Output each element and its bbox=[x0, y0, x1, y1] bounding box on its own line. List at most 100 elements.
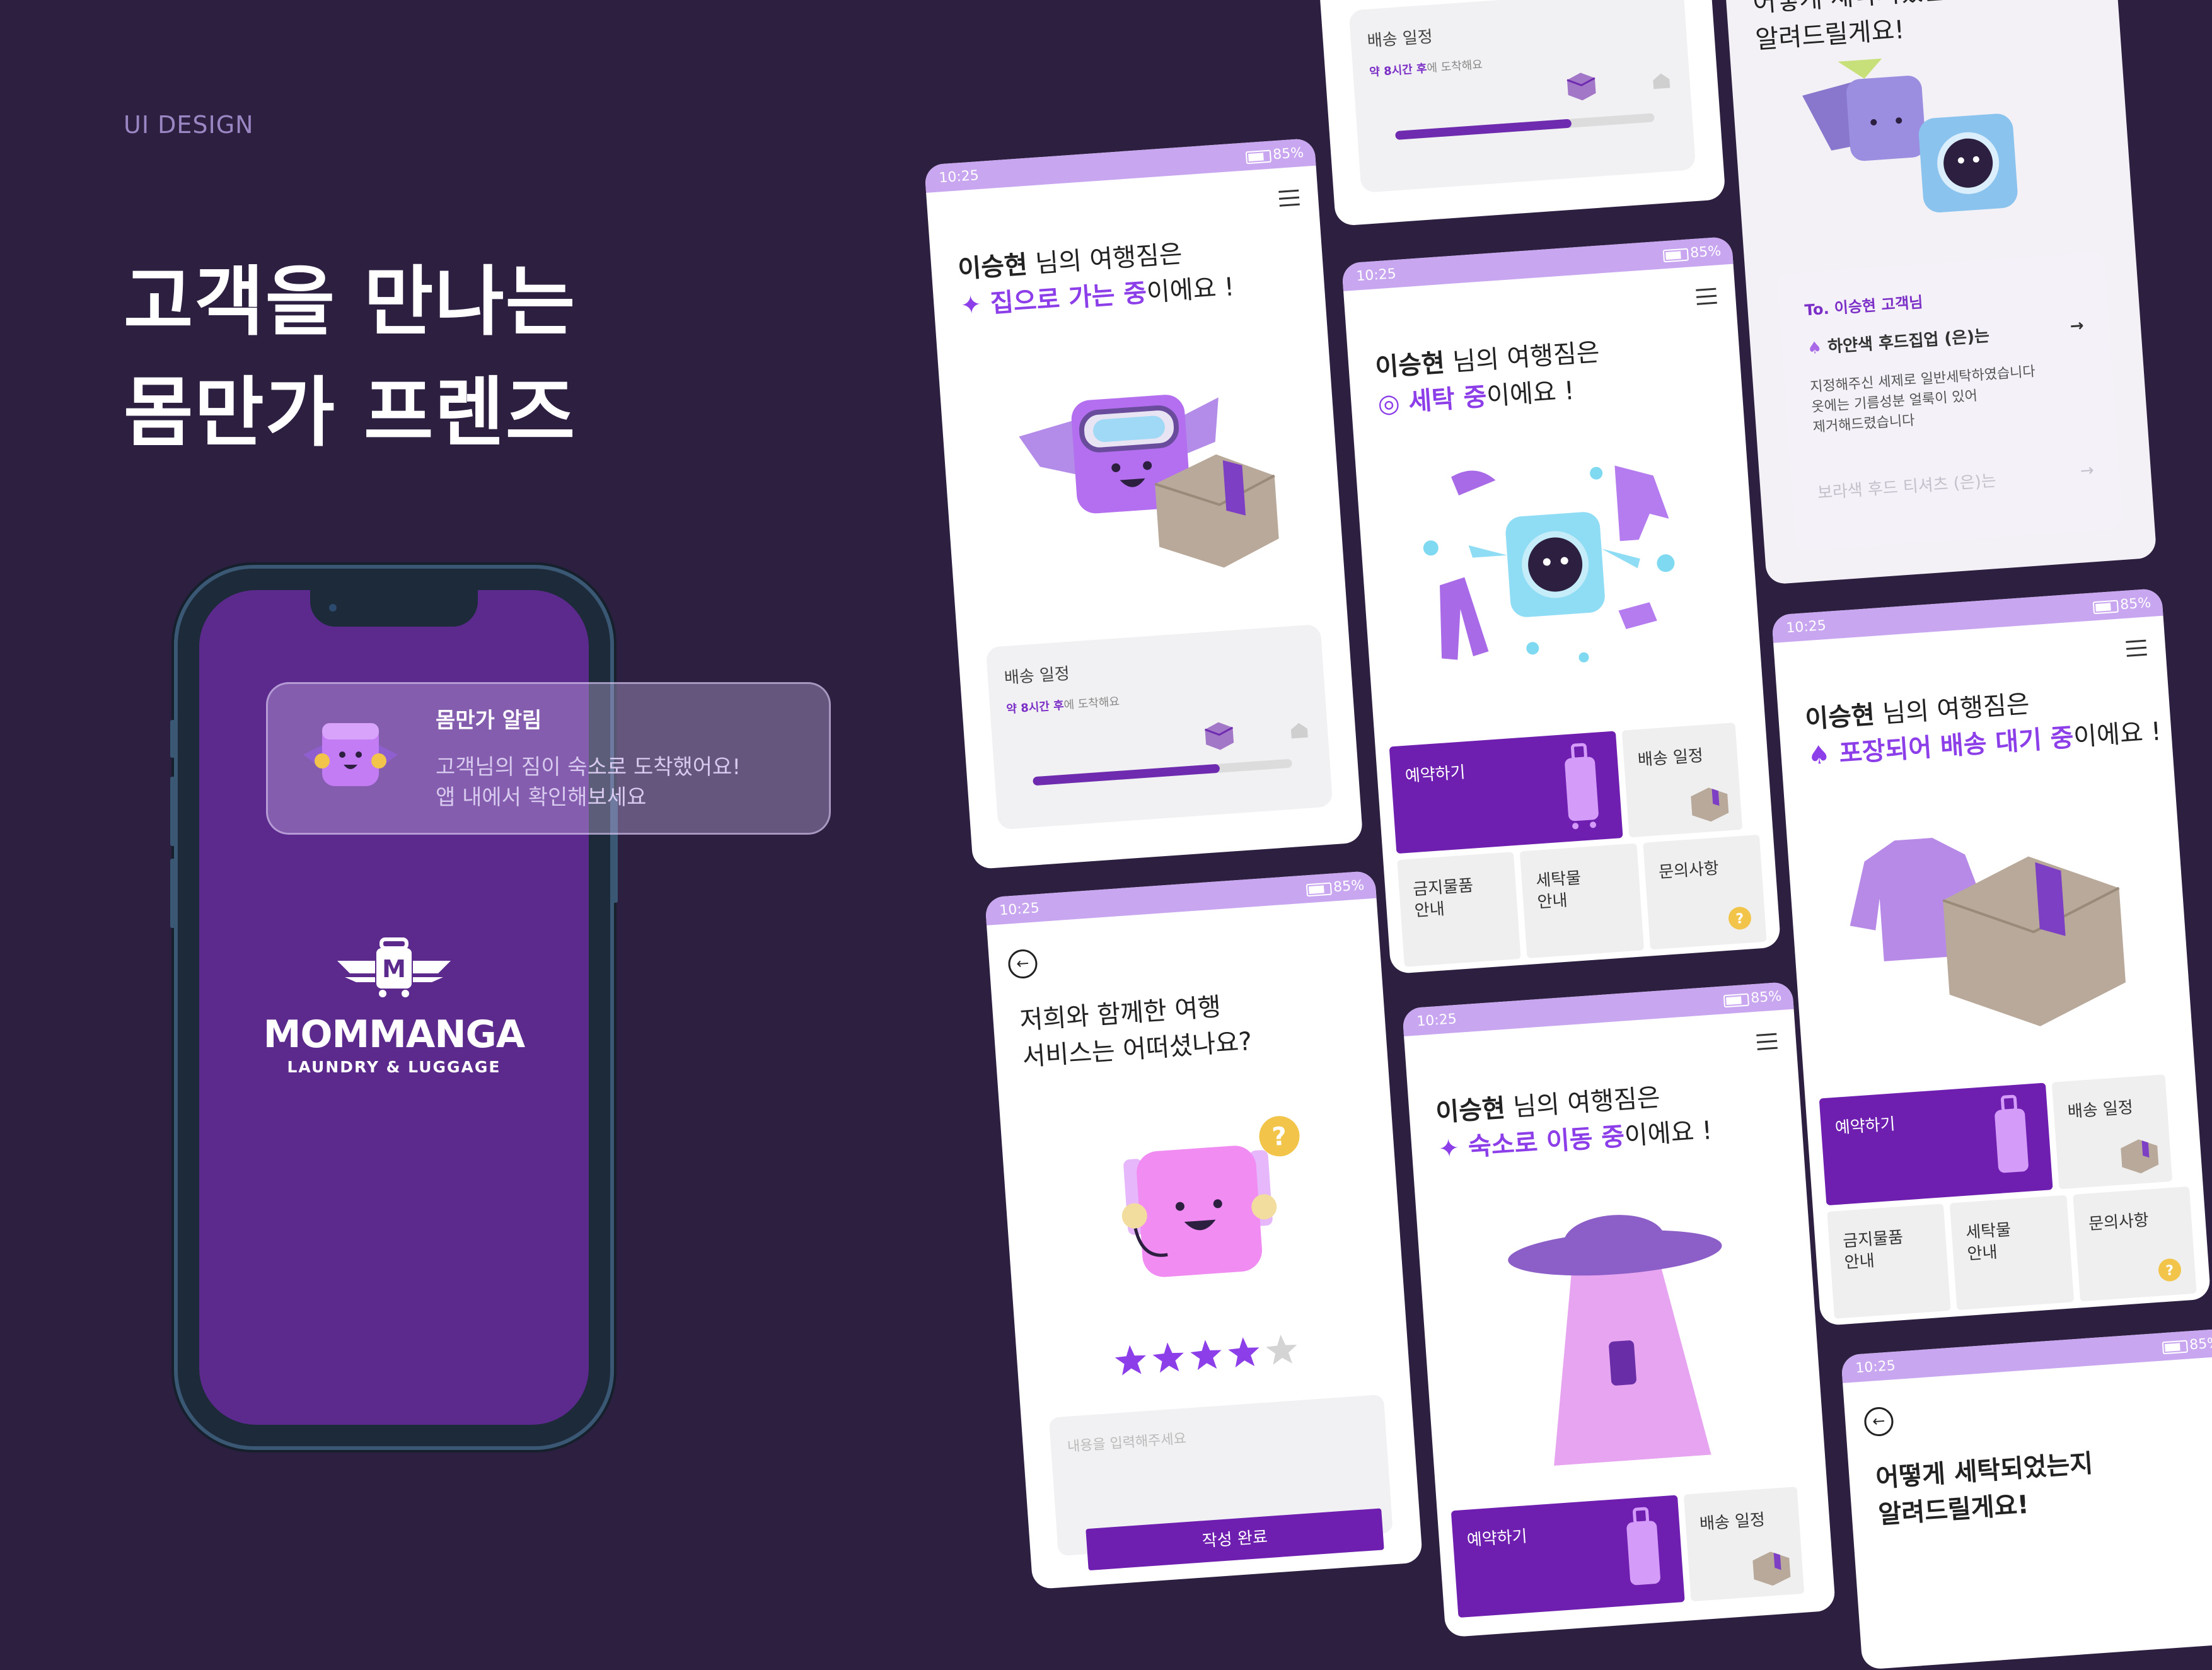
section-label: UI DESIGN bbox=[124, 111, 254, 139]
tile-schedule[interactable]: 배송 일정 bbox=[2051, 1074, 2173, 1190]
package-icon bbox=[1566, 72, 1596, 101]
logo-letter: M bbox=[382, 955, 406, 983]
ufo-abducting-suitcase-illustration bbox=[1508, 1215, 1722, 1466]
star-icon[interactable] bbox=[1265, 1333, 1299, 1365]
status-bar: 10:25 85% bbox=[1841, 1328, 2212, 1383]
menu-tiles-row-2: 금지물품 안내 세탁물 안내 문의사항 ? bbox=[1397, 834, 1767, 967]
tile-reserve[interactable]: 예약하기 bbox=[1451, 1495, 1685, 1618]
tile-inquiry[interactable]: 문의사항 ? bbox=[2072, 1186, 2197, 1302]
winged-luggage-icon: M bbox=[337, 937, 451, 997]
battery-icon bbox=[1662, 248, 1689, 263]
tile-reserve[interactable]: 예약하기 bbox=[1389, 731, 1623, 854]
spiral-icon: ◎ bbox=[1377, 388, 1410, 419]
battery-icon bbox=[1306, 882, 1333, 897]
battery-percent: 85% bbox=[2189, 1335, 2212, 1354]
tile-laundry-guide-label: 세탁물 안내 bbox=[1965, 1220, 2012, 1264]
hamburger-menu-icon[interactable] bbox=[1278, 189, 1300, 212]
menu-tiles-row-2: 금지물품 안내 세탁물 안내 문의사항 ? bbox=[1827, 1186, 2197, 1319]
battery-icon bbox=[1723, 993, 1750, 1008]
schedule-eta: 약 8시간 후에 도착해요 bbox=[1006, 692, 1120, 716]
package-icon bbox=[1205, 722, 1234, 750]
logo-subtitle: LAUNDRY & LUGGAGE bbox=[287, 1058, 501, 1076]
how-washed-heading: 어떻게 세탁되었는지 알려드릴게요! bbox=[1875, 1446, 2097, 1534]
tile-inquiry[interactable]: 문의사항 ? bbox=[1642, 834, 1767, 950]
back-arrow-icon[interactable]: ← bbox=[1007, 948, 1039, 980]
tile-reserve-label: 예약하기 bbox=[1466, 1527, 1528, 1550]
sparkle-icon: ✦ bbox=[1437, 1133, 1469, 1164]
status-bar: 10:25 85% bbox=[1402, 981, 1794, 1036]
tile-laundry-guide[interactable]: 세탁물 안내 bbox=[1950, 1195, 2074, 1311]
svg-text:?: ? bbox=[1271, 1122, 1287, 1152]
tile-schedule[interactable]: 배송 일정 bbox=[1683, 1487, 1805, 1602]
notification-line-1: 고객님의 짐이 숙소로 도착했어요! bbox=[436, 755, 741, 780]
mascot-friends-illustration bbox=[1802, 58, 2018, 212]
tile-schedule-label: 배송 일정 bbox=[1637, 746, 1704, 770]
battery-icon bbox=[2092, 600, 2119, 615]
sparkle-icon: ✦ bbox=[959, 289, 992, 321]
phone-volume-down-button bbox=[170, 859, 175, 928]
menu-tiles: 예약하기 배송 일정 bbox=[1375, 721, 1773, 855]
svg-text:?: ? bbox=[2165, 1263, 2174, 1279]
schedule-eta-time: 약 8시간 후 bbox=[1369, 62, 1428, 79]
washing-machine-mascot-illustration bbox=[1423, 465, 1675, 663]
status-bar: 10:25 85% bbox=[985, 870, 1377, 925]
screen-packed-waiting: 10:25 85% 이승현 님의 여행짐은 ♠ 포장되어 배송 대기 중이에요 !… bbox=[1771, 588, 2211, 1326]
hoodie-icon: ♠ bbox=[1807, 337, 1829, 359]
user-name: 이승현 bbox=[1804, 700, 1876, 734]
report-item-1-desc: 지정해주신 세제로 일반세탁하였습니다 옷에는 기름성분 얼룩이 있어 제거해드… bbox=[1809, 358, 2090, 438]
rating-stars[interactable] bbox=[1111, 1330, 1314, 1381]
schedule-title: 배송 일정 bbox=[1004, 664, 1070, 688]
screen-washing: 10:25 85% 이승현 님의 여행짐은 ◎ 세탁 중이에요 ! 예약하기 배송… bbox=[1341, 236, 1781, 975]
tile-inquiry-label: 문의사항 bbox=[2088, 1210, 2150, 1234]
home-icon bbox=[1653, 73, 1671, 90]
user-name: 이승현 bbox=[1435, 1094, 1507, 1128]
battery-percent: 85% bbox=[1333, 877, 1365, 896]
back-arrow-icon[interactable]: ← bbox=[1863, 1406, 1895, 1437]
screen-review: 10:25 85% ← 저희와 함께한 여행 서비스는 어떠셨나요? ? 내용을 … bbox=[985, 870, 1423, 1590]
push-notification[interactable]: 몸만가 알림 고객님의 짐이 숙소로 도착했어요! 앱 내에서 확인해보세요 bbox=[266, 682, 831, 835]
tile-laundry-guide[interactable]: 세탁물 안내 bbox=[1520, 843, 1644, 959]
battery-icon bbox=[1245, 149, 1272, 165]
battery-percent: 85% bbox=[1689, 243, 1722, 262]
star-icon[interactable] bbox=[1190, 1339, 1223, 1371]
suitcase-icon bbox=[1995, 1094, 2029, 1173]
delivery-progress-bar bbox=[1033, 758, 1293, 786]
luggage-status-heading: 이승현 님의 여행짐은 ✦ 숙소로 이동 중이에요 ! bbox=[1435, 1076, 1713, 1168]
report-item-1[interactable]: ♠ 하얀색 후드집업 (은)는 → 지정해주신 세제로 일반세탁하였습니다 옷에… bbox=[1807, 316, 2090, 438]
luggage-status-heading: 이승현 님의 여행짐은 ✦ 집으로 가는 중이에요 ! bbox=[957, 232, 1236, 324]
tile-prohibited-label: 금지물품 안내 bbox=[1412, 876, 1474, 921]
status-bar: 10:25 85% bbox=[1341, 236, 1734, 291]
tile-laundry-guide-label: 세탁물 안내 bbox=[1535, 868, 1582, 912]
tile-prohibited[interactable]: 금지물품 안내 bbox=[1397, 852, 1521, 967]
hamburger-menu-icon[interactable] bbox=[1696, 287, 1717, 310]
hamburger-menu-icon[interactable] bbox=[1756, 1033, 1778, 1055]
laundry-report-panel: To. 이승현 고객님 ♠ 하얀색 후드집업 (은)는 → 지정해주신 세제로 … bbox=[1776, 252, 2124, 552]
home-icon bbox=[1290, 722, 1308, 739]
star-icon[interactable] bbox=[1152, 1342, 1185, 1373]
report-item-1-title: ♠ 하얀색 후드집업 (은)는 → bbox=[1807, 316, 2085, 359]
status-highlight: 숙소로 이동 중 bbox=[1467, 1122, 1626, 1163]
arrow-right-circle-icon[interactable]: → bbox=[2080, 461, 2095, 480]
review-placeholder: 내용을 입력해주세요 bbox=[1067, 1430, 1187, 1455]
arrow-right-circle-icon[interactable]: → bbox=[2070, 316, 2085, 336]
tile-schedule-label: 배송 일정 bbox=[1699, 1510, 1766, 1534]
tile-reserve[interactable]: 예약하기 bbox=[1819, 1082, 2053, 1206]
tile-reserve-label: 예약하기 bbox=[1404, 763, 1466, 786]
user-name: 이승현 bbox=[957, 250, 1029, 284]
schedule-eta-time: 약 8시간 후 bbox=[1005, 699, 1065, 716]
clothes-icon: ♠ bbox=[1807, 739, 1841, 771]
status-time: 10:25 bbox=[1785, 618, 1827, 637]
battery-percent: 85% bbox=[2119, 594, 2151, 613]
star-icon[interactable] bbox=[1114, 1344, 1147, 1376]
hamburger-menu-icon[interactable] bbox=[2126, 639, 2147, 662]
luggage-status-heading: 이승현 님의 여행짐은 ◎ 세탁 중이에요 ! bbox=[1374, 334, 1604, 423]
tile-schedule[interactable]: 배송 일정 bbox=[1621, 722, 1743, 838]
tile-prohibited[interactable]: 금지물품 안내 bbox=[1827, 1203, 1951, 1319]
schedule-title: 배송 일정 bbox=[1366, 27, 1433, 51]
schedule-panel: 배송 일정 약 8시간 후에 도착해요 bbox=[1348, 0, 1696, 194]
star-icon[interactable] bbox=[1227, 1336, 1261, 1368]
menu-tiles: 예약하기 배송 일정 bbox=[1805, 1072, 2203, 1207]
screen-how-washed: 10:25 85% ← 어떻게 세탁되었는지 알려드릴게요! bbox=[1841, 1328, 2212, 1670]
report-item-2[interactable]: 보라색 후드 티셔츠 (은)는 → bbox=[1817, 461, 2095, 504]
report-item-1-title-text: 하얀색 후드집업 (은)는 bbox=[1827, 327, 1990, 357]
